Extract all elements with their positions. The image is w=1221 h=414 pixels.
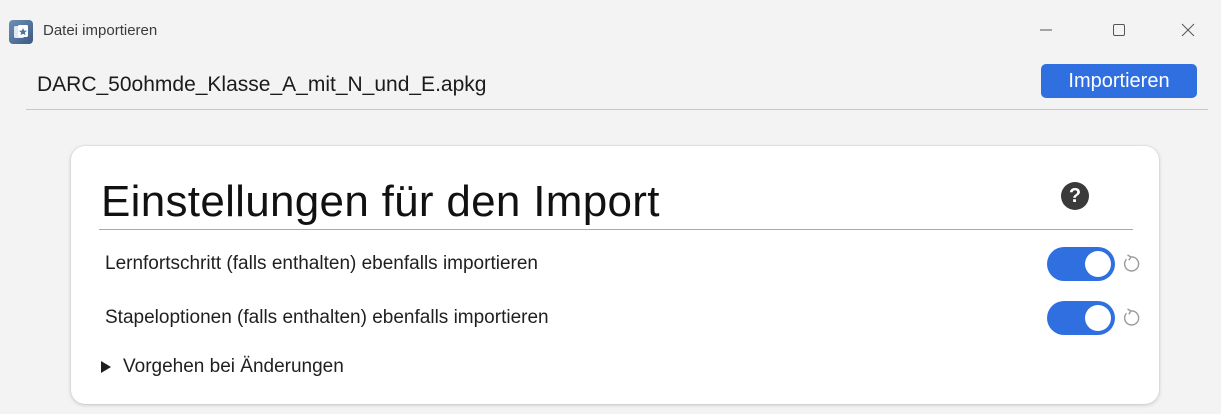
changes-handling-disclosure[interactable]: Vorgehen bei Änderungen	[99, 352, 699, 382]
option-label: Stapeloptionen (falls enthalten) ebenfal…	[105, 307, 549, 328]
triangle-right-icon	[101, 361, 111, 373]
import-button[interactable]: Importieren	[1041, 64, 1197, 98]
maximize-button[interactable]	[1096, 14, 1142, 46]
toggle-knob	[1085, 305, 1111, 331]
toggle-knob	[1085, 251, 1111, 277]
import-settings-card: Einstellungen für den Import ? Lernforts…	[71, 146, 1159, 404]
divider	[26, 109, 1208, 110]
minimize-icon	[1040, 29, 1052, 31]
title-divider	[99, 229, 1133, 230]
reset-icon[interactable]	[1119, 306, 1143, 330]
option-label: Lernfortschritt (falls enthalten) ebenfa…	[105, 253, 538, 274]
file-name: DARC_50ohmde_Klasse_A_mit_N_und_E.apkg	[37, 73, 487, 96]
file-row: DARC_50ohmde_Klasse_A_mit_N_und_E.apkg I…	[0, 56, 1221, 110]
disclosure-label: Vorgehen bei Änderungen	[123, 356, 344, 377]
settings-title: Einstellungen für den Import	[101, 177, 660, 226]
minimize-button[interactable]	[1023, 14, 1069, 46]
option-row-deck-options: Stapeloptionen (falls enthalten) ebenfal…	[105, 298, 1149, 338]
learning-progress-toggle[interactable]	[1047, 247, 1115, 281]
maximize-icon	[1113, 24, 1125, 36]
help-icon[interactable]: ?	[1061, 182, 1089, 210]
option-row-learning-progress: Lernfortschritt (falls enthalten) ebenfa…	[105, 244, 1149, 284]
window-title: Datei importieren	[43, 22, 158, 39]
app-icon	[9, 20, 33, 44]
reset-icon[interactable]	[1119, 252, 1143, 276]
close-icon	[1181, 23, 1195, 37]
deck-options-toggle[interactable]	[1047, 301, 1115, 335]
close-button[interactable]	[1165, 14, 1211, 46]
title-bar: Datei importieren	[0, 0, 1221, 56]
